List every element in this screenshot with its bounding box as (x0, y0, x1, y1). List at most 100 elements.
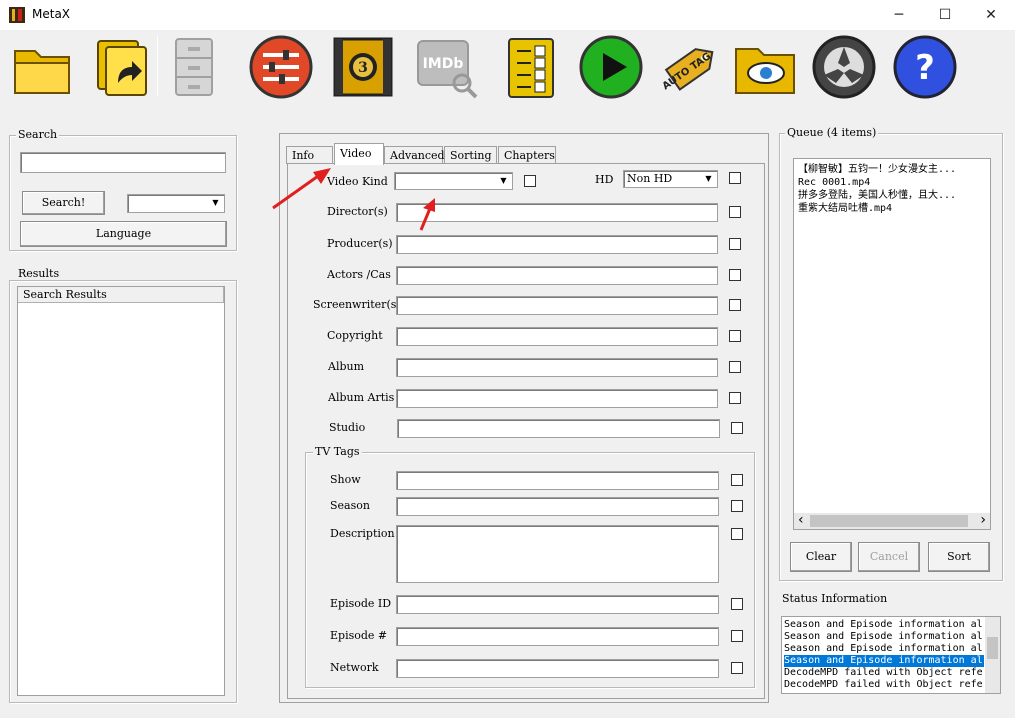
episode-input[interactable] (396, 627, 719, 646)
status-vertical-scrollbar[interactable] (985, 617, 1000, 693)
scroll-right-icon[interactable]: › (980, 512, 986, 528)
file-cabinet-icon (175, 38, 213, 96)
chevron-down-icon[interactable]: ▼ (701, 172, 716, 186)
video-kind-select[interactable]: ▼ (394, 172, 513, 190)
status-scroll-thumb[interactable] (987, 637, 998, 659)
album-checkbox[interactable] (729, 361, 741, 373)
director-s-label: Director(s) (327, 205, 388, 218)
queue-item[interactable]: 【柳智敏】五钧一！少女漫女主... (798, 163, 986, 176)
tab-video[interactable]: Video (334, 143, 384, 165)
film-countdown-button[interactable]: 3 (329, 33, 397, 101)
season-checkbox[interactable] (731, 500, 743, 512)
album-artis-checkbox[interactable] (729, 392, 741, 404)
search-button[interactable]: Search! (22, 191, 105, 215)
copyright-checkbox[interactable] (729, 330, 741, 342)
auto-tag-icon: AUTO TAG (661, 48, 714, 92)
play-button[interactable] (577, 33, 645, 101)
producer-s-input[interactable] (396, 235, 718, 254)
queue-list[interactable]: 【柳智敏】五钧一！少女漫女主... Rec 0001.mp4 拼多多登陆，美国人秒懂… (793, 158, 991, 530)
season-label: Season (330, 499, 370, 512)
settings-sliders-icon (249, 35, 313, 99)
queue-item[interactable]: Rec 0001.mp4 (798, 176, 986, 189)
cancel-button[interactable]: Cancel (858, 542, 920, 572)
show-checkbox[interactable] (731, 474, 743, 486)
settings-sliders-button[interactable] (247, 33, 315, 101)
studio-input[interactable] (397, 419, 720, 438)
scroll-left-icon[interactable]: ‹ (798, 512, 804, 528)
imdb-search-icon: IMDb (417, 40, 478, 99)
app-icon (9, 7, 25, 23)
copyright-label: Copyright (327, 329, 383, 342)
open-file-folder-button[interactable] (9, 33, 77, 101)
actors-cas-input[interactable] (396, 266, 718, 285)
network-label: Network (330, 661, 379, 674)
status-line[interactable]: Season and Episode information al (784, 643, 984, 655)
help-button[interactable]: ? (891, 33, 959, 101)
tab-chapters[interactable]: Chapters (498, 146, 556, 164)
studio-checkbox[interactable] (731, 422, 743, 434)
status-group-label: Status Information (780, 592, 890, 605)
queue-group-label: Queue (4 items) (785, 126, 879, 139)
producer-s-checkbox[interactable] (729, 238, 741, 250)
chevron-down-icon[interactable]: ▼ (496, 174, 511, 188)
svg-text:IMDb: IMDb (423, 56, 464, 72)
tab-sorting[interactable]: Sorting (444, 146, 497, 164)
auto-tag-button[interactable]: AUTO TAG (657, 33, 725, 101)
sort-button[interactable]: Sort (928, 542, 990, 572)
screenwriter-s-input[interactable] (396, 296, 718, 315)
network-checkbox[interactable] (731, 662, 743, 674)
search-source-select[interactable]: ▼ (127, 194, 225, 213)
album-label: Album (328, 360, 365, 373)
tab-info[interactable]: Info (286, 146, 333, 164)
season-input[interactable] (396, 497, 719, 516)
minimize-button[interactable]: ─ (876, 0, 922, 30)
results-column-header[interactable]: Search Results (18, 287, 224, 303)
director-s-input[interactable] (396, 203, 718, 222)
status-line[interactable]: Season and Episode information al (784, 631, 984, 643)
copyright-input[interactable] (396, 327, 718, 346)
network-input[interactable] (396, 659, 719, 678)
studio-label: Studio (329, 421, 366, 434)
episode-id-input[interactable] (396, 595, 719, 614)
status-line[interactable]: DecodeMPD failed with Object refe (784, 667, 984, 679)
close-button[interactable]: ✕ (968, 0, 1014, 30)
album-artis-input[interactable] (396, 389, 718, 408)
maximize-button[interactable]: ☐ (922, 0, 968, 30)
queue-scroll-thumb[interactable] (810, 515, 968, 527)
language-button[interactable]: Language (20, 221, 227, 247)
title-bar (0, 0, 1015, 30)
screenwriter-s-checkbox[interactable] (729, 299, 741, 311)
tab-advanced[interactable]: Advanced (384, 146, 445, 164)
video-kind-checkbox[interactable] (524, 175, 536, 187)
queue-item[interactable]: 拼多多登陆，美国人秒懂，且大... (798, 189, 986, 202)
results-list[interactable]: Search Results (17, 286, 225, 696)
open-file-folder-icon (14, 50, 70, 94)
status-log[interactable]: Season and Episode information al Season … (781, 616, 1001, 694)
file-cabinet-button (160, 33, 228, 101)
actors-cas-checkbox[interactable] (729, 269, 741, 281)
chevron-down-icon[interactable]: ▼ (208, 196, 223, 211)
screenwriter-s-label: Screenwriter(s (313, 298, 396, 311)
hd-checkbox[interactable] (729, 172, 741, 184)
status-line[interactable]: Season and Episode information al (784, 619, 984, 631)
director-s-checkbox[interactable] (729, 206, 741, 218)
status-line[interactable]: DecodeMPD failed with Object refe (784, 679, 984, 691)
hd-select[interactable]: Non HD ▼ (623, 170, 718, 188)
search-input[interactable] (20, 152, 226, 173)
description-checkbox[interactable] (731, 528, 743, 540)
status-line[interactable]: Season and Episode information al (784, 655, 984, 667)
show-input[interactable] (396, 471, 719, 490)
episode-checkbox[interactable] (731, 630, 743, 642)
album-input[interactable] (396, 358, 718, 377)
search-group-label: Search (16, 128, 60, 141)
clear-button[interactable]: Clear (790, 542, 852, 572)
queue-item[interactable]: 重紫大结局吐槽.mp4 (798, 202, 986, 215)
reel-button[interactable] (810, 33, 878, 101)
queue-horizontal-scrollbar[interactable]: ‹ › (794, 512, 990, 529)
watch-folder-button[interactable] (732, 33, 800, 101)
reel-icon (812, 35, 876, 99)
episode-id-checkbox[interactable] (731, 598, 743, 610)
description-input[interactable] (396, 525, 719, 583)
batch-load-button[interactable] (88, 33, 156, 101)
checklist-button[interactable] (497, 33, 565, 101)
